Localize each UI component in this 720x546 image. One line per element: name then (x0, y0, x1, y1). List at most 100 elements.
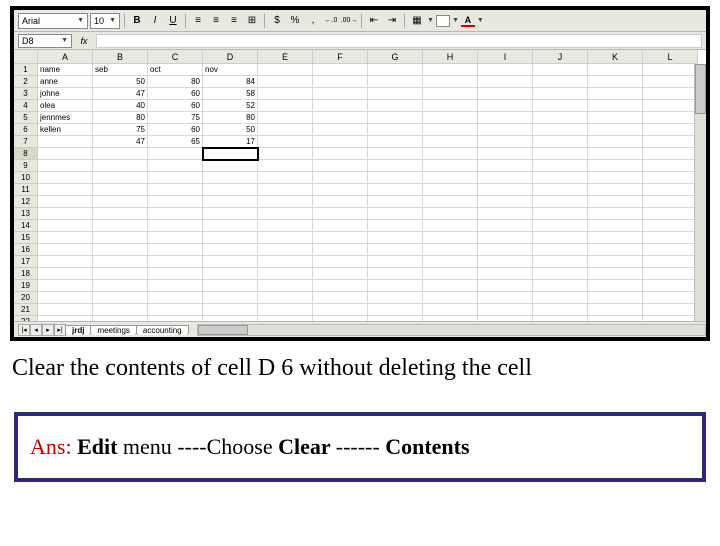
comma-button[interactable]: , (305, 13, 321, 29)
cell[interactable] (643, 256, 698, 268)
cell[interactable] (203, 292, 258, 304)
cell[interactable]: olea (38, 100, 93, 112)
cell[interactable] (313, 268, 368, 280)
cell[interactable] (643, 280, 698, 292)
cell[interactable]: 50 (93, 76, 148, 88)
cell[interactable] (93, 184, 148, 196)
cell[interactable] (203, 268, 258, 280)
cell[interactable] (423, 64, 478, 76)
cell[interactable] (93, 220, 148, 232)
cell[interactable] (368, 220, 423, 232)
cell[interactable] (533, 256, 588, 268)
cell[interactable] (423, 124, 478, 136)
cell[interactable]: 80 (203, 112, 258, 124)
cell[interactable] (588, 244, 643, 256)
vertical-scrollbar[interactable] (694, 64, 706, 321)
cell[interactable] (258, 208, 313, 220)
cell[interactable]: oct (148, 64, 203, 76)
cell[interactable] (93, 268, 148, 280)
column-header[interactable]: I (478, 50, 533, 64)
cell[interactable] (478, 100, 533, 112)
row-header[interactable]: 20 (14, 292, 38, 304)
cell[interactable] (368, 256, 423, 268)
cell-name-box[interactable]: D8 ▼ (18, 34, 72, 48)
cell[interactable] (313, 136, 368, 148)
cell[interactable] (313, 88, 368, 100)
cell[interactable] (368, 100, 423, 112)
cell[interactable] (643, 160, 698, 172)
cell[interactable] (643, 208, 698, 220)
cell[interactable] (93, 172, 148, 184)
cell[interactable] (423, 244, 478, 256)
cell[interactable] (588, 76, 643, 88)
cell[interactable] (148, 172, 203, 184)
cell[interactable] (38, 232, 93, 244)
cell[interactable] (478, 280, 533, 292)
row-header[interactable]: 11 (14, 184, 38, 196)
cell[interactable] (533, 136, 588, 148)
row-header[interactable]: 10 (14, 172, 38, 184)
sheet-tab[interactable]: accounting (136, 325, 189, 335)
fill-color-button[interactable] (436, 15, 450, 27)
cell[interactable] (93, 196, 148, 208)
cell[interactable] (588, 196, 643, 208)
cell[interactable]: jennmes (38, 112, 93, 124)
cell[interactable] (588, 64, 643, 76)
cell[interactable] (368, 76, 423, 88)
cell[interactable] (533, 232, 588, 244)
italic-button[interactable]: I (147, 13, 163, 29)
cell[interactable] (533, 244, 588, 256)
cell[interactable] (588, 208, 643, 220)
cell[interactable] (148, 184, 203, 196)
cell[interactable] (38, 184, 93, 196)
cell[interactable] (423, 100, 478, 112)
row-header[interactable]: 14 (14, 220, 38, 232)
cell[interactable]: 80 (148, 76, 203, 88)
cell[interactable]: 50 (203, 124, 258, 136)
cell[interactable] (423, 208, 478, 220)
font-name-select[interactable]: Arial ▼ (18, 13, 88, 29)
cell[interactable] (368, 184, 423, 196)
cell[interactable] (258, 268, 313, 280)
cell[interactable] (203, 196, 258, 208)
cell[interactable] (93, 280, 148, 292)
tab-nav-prev-button[interactable]: ◂ (30, 324, 42, 336)
cell[interactable] (588, 220, 643, 232)
column-header[interactable]: K (588, 50, 643, 64)
align-right-button[interactable]: ≡ (226, 13, 242, 29)
cell[interactable] (423, 184, 478, 196)
cell[interactable] (478, 292, 533, 304)
row-header[interactable]: 18 (14, 268, 38, 280)
cell[interactable] (588, 148, 643, 160)
decrease-decimal-button[interactable]: .00→ (341, 13, 357, 29)
cell[interactable] (533, 292, 588, 304)
cell[interactable] (258, 316, 313, 321)
cell[interactable] (93, 208, 148, 220)
cell[interactable] (423, 280, 478, 292)
cell[interactable] (258, 196, 313, 208)
cell[interactable] (203, 232, 258, 244)
cell[interactable] (368, 112, 423, 124)
cell[interactable] (643, 148, 698, 160)
cell[interactable] (478, 244, 533, 256)
cell[interactable] (478, 136, 533, 148)
cell[interactable] (643, 172, 698, 184)
cell[interactable] (148, 316, 203, 321)
cell[interactable] (313, 196, 368, 208)
cell[interactable] (203, 172, 258, 184)
cell[interactable] (148, 196, 203, 208)
cell[interactable] (93, 316, 148, 321)
cell[interactable] (203, 208, 258, 220)
cell[interactable] (643, 184, 698, 196)
cell[interactable] (478, 184, 533, 196)
cell[interactable]: 84 (203, 76, 258, 88)
cell[interactable] (258, 304, 313, 316)
cell[interactable] (588, 280, 643, 292)
cell[interactable] (533, 172, 588, 184)
cell[interactable] (38, 220, 93, 232)
cell[interactable] (203, 244, 258, 256)
row-header[interactable]: 7 (14, 136, 38, 148)
cell[interactable]: 80 (93, 112, 148, 124)
cell[interactable] (203, 280, 258, 292)
cell[interactable] (588, 268, 643, 280)
